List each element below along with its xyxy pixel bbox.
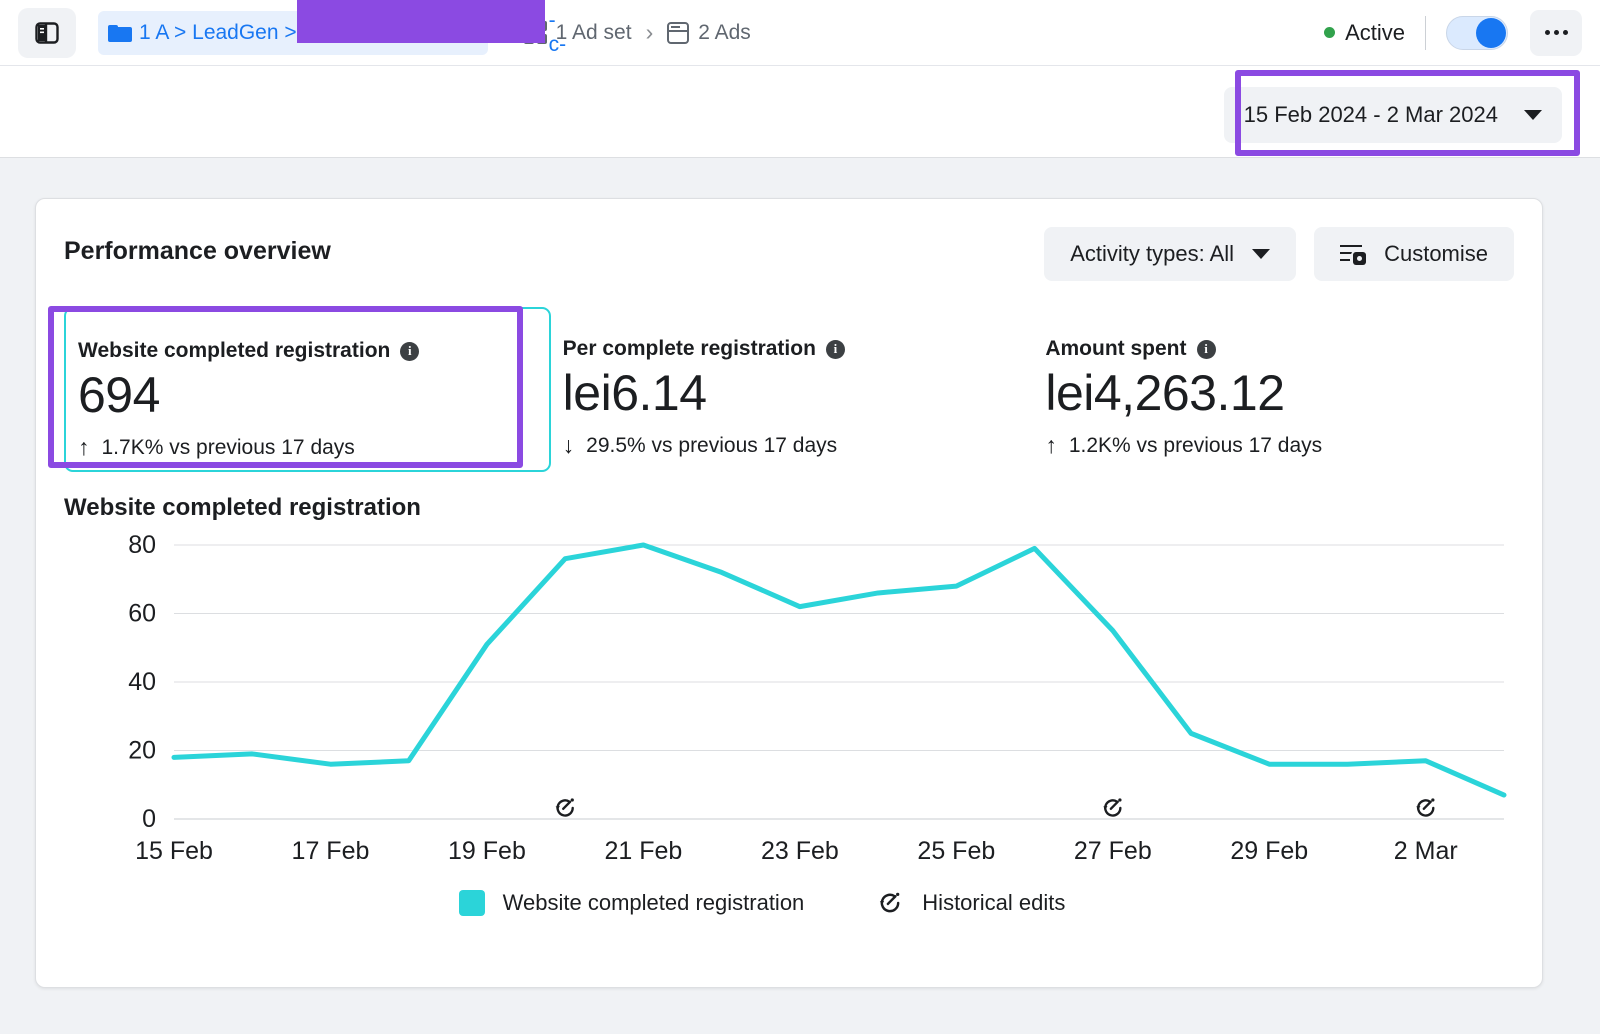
campaign-active-toggle[interactable] bbox=[1446, 15, 1508, 50]
metric-card-website-completed-registration[interactable]: Website completed registration i 694 ↑ 1… bbox=[64, 307, 551, 472]
delta-arrow-down-icon: ↓ bbox=[562, 432, 575, 458]
legend-item-series[interactable]: Website completed registration bbox=[458, 890, 805, 916]
activity-types-label: Activity types: All bbox=[1070, 241, 1235, 266]
info-icon[interactable]: i bbox=[400, 341, 420, 361]
customise-icon bbox=[1340, 243, 1367, 265]
x-axis-tick-label: 2 Mar bbox=[1394, 837, 1458, 865]
status-dot-icon bbox=[1324, 27, 1336, 38]
date-filter-bar: 15 Feb 2024 - 2 Mar 2024 bbox=[0, 66, 1600, 158]
status-badge: Active bbox=[1324, 20, 1405, 46]
more-options-button[interactable] bbox=[1530, 9, 1582, 56]
y-axis-tick-label: 80 bbox=[128, 531, 156, 559]
breadcrumb-item-ads[interactable]: 2 Ads bbox=[667, 21, 751, 45]
metric-delta: ↑ 1.7K% vs previous 17 days bbox=[78, 436, 535, 460]
metric-card-amount-spent[interactable]: Amount spent i lei4,263.12 ↑ 1.2K% vs pr… bbox=[1033, 307, 1516, 472]
performance-overview-card: Performance overview Activity types: All… bbox=[35, 198, 1543, 988]
toggle-knob bbox=[1476, 17, 1506, 48]
x-axis-tick-label: 23 Feb bbox=[761, 837, 839, 865]
y-axis-tick-label: 0 bbox=[142, 805, 156, 833]
legend-series-label: Website completed registration bbox=[502, 890, 805, 915]
header-divider bbox=[1425, 15, 1426, 50]
metric-label-text: Amount spent bbox=[1045, 337, 1187, 360]
metric-label-text: Website completed registration bbox=[78, 339, 391, 362]
breadcrumb-ads-label: 2 Ads bbox=[698, 20, 751, 44]
folder-icon bbox=[108, 23, 132, 42]
date-range-highlight-annotation bbox=[1235, 70, 1580, 156]
x-axis-tick-label: 17 Feb bbox=[292, 837, 370, 865]
historical-edit-icon[interactable] bbox=[1416, 798, 1435, 817]
historical-edit-icon[interactable] bbox=[555, 798, 574, 817]
metric-delta-text: 1.7K% vs previous 17 days bbox=[101, 435, 355, 459]
metric-delta-text: 29.5% vs previous 17 days bbox=[586, 433, 838, 457]
metric-value: lei4,263.12 bbox=[1045, 365, 1285, 421]
x-axis-tick-label: 15 Feb bbox=[135, 837, 213, 865]
sidebar-panel-icon bbox=[35, 21, 59, 44]
metric-label: Amount spent i bbox=[1045, 337, 1502, 361]
breadcrumb-separator-2: › bbox=[645, 19, 654, 45]
legend-item-historical-edits[interactable]: Historical edits bbox=[876, 889, 1065, 917]
sidebar-toggle-button[interactable] bbox=[18, 7, 76, 58]
metrics-row: Website completed registration i 694 ↑ 1… bbox=[64, 307, 1516, 472]
activity-types-dropdown[interactable]: Activity types: All bbox=[1044, 227, 1297, 281]
y-axis-tick-label: 40 bbox=[128, 668, 156, 696]
info-icon[interactable]: i bbox=[1196, 339, 1216, 359]
legend-historical-edits-label: Historical edits bbox=[922, 890, 1066, 915]
line-chart: 0 20 40 60 80 15 Feb 17 Feb 19 Feb 21 Feb 23 Feb 2… bbox=[128, 531, 1507, 865]
y-axis-tick-label: 60 bbox=[128, 600, 156, 628]
metric-label: Website completed registration i bbox=[78, 339, 535, 363]
metric-value: 694 bbox=[78, 367, 160, 423]
y-axis-tick-label: 20 bbox=[128, 737, 156, 765]
more-options-icon bbox=[1544, 30, 1550, 35]
chart-line-series bbox=[171, 542, 1507, 798]
metric-card-per-complete-registration[interactable]: Per complete registration i lei6.14 ↓ 29… bbox=[551, 307, 1034, 472]
chart-area: 0 20 40 60 80 15 Feb 17 Feb 19 Feb 21 Feb 23 Feb 2… bbox=[64, 529, 1516, 889]
app-root: 1 A > LeadGen > -c- › 1 Ad set › 2 Ads A… bbox=[0, 0, 1600, 1034]
historical-edit-icon[interactable] bbox=[1103, 798, 1122, 817]
metric-delta-text: 1.2K% vs previous 17 days bbox=[1068, 433, 1323, 457]
breadcrumb-campaign-chip[interactable]: 1 A > LeadGen > -c- bbox=[98, 0, 566, 56]
customise-label: Customise bbox=[1384, 241, 1488, 266]
metric-delta: ↓ 29.5% vs previous 17 days bbox=[563, 434, 1020, 458]
x-axis-tick-label: 21 Feb bbox=[604, 837, 682, 865]
x-axis-tick-label: 27 Feb bbox=[1074, 837, 1152, 865]
info-icon[interactable]: i bbox=[825, 339, 845, 359]
redacted-campaign-name bbox=[297, 0, 545, 43]
ads-icon bbox=[667, 21, 690, 44]
x-axis-tick-label: 25 Feb bbox=[917, 837, 995, 865]
delta-arrow-up-icon: ↑ bbox=[1045, 432, 1057, 458]
top-header-bar: 1 A > LeadGen > -c- › 1 Ad set › 2 Ads A… bbox=[0, 0, 1600, 66]
x-axis-tick-label: 29 Feb bbox=[1230, 837, 1308, 865]
chart-title: Website completed registration bbox=[64, 494, 421, 521]
breadcrumb-ad-set-label: 1 Ad set bbox=[555, 20, 632, 44]
metric-value: lei6.14 bbox=[562, 365, 707, 421]
breadcrumb-campaign-prefix[interactable]: 1 A > LeadGen > bbox=[139, 21, 297, 45]
legend-swatch-icon bbox=[458, 890, 485, 916]
customise-button[interactable]: Customise bbox=[1314, 227, 1514, 281]
chart-legend: Website completed registration Historica… bbox=[36, 889, 1488, 917]
x-axis-tick-label: 19 Feb bbox=[448, 837, 526, 865]
breadcrumb-campaign-suffix[interactable]: -c- bbox=[549, 9, 567, 57]
status-label: Active bbox=[1345, 19, 1405, 45]
chevron-down-icon bbox=[1252, 249, 1271, 259]
page-title: Performance overview bbox=[64, 237, 331, 265]
historical-edit-icon bbox=[880, 892, 900, 913]
metric-delta: ↑ 1.2K% vs previous 17 days bbox=[1045, 434, 1502, 458]
card-header: Performance overview Activity types: All… bbox=[64, 227, 1514, 283]
delta-arrow-up-icon: ↑ bbox=[78, 434, 90, 460]
metric-label-text: Per complete registration bbox=[562, 337, 816, 360]
card-header-actions: Activity types: All Customise bbox=[1044, 227, 1514, 281]
metric-label: Per complete registration i bbox=[563, 337, 1020, 361]
